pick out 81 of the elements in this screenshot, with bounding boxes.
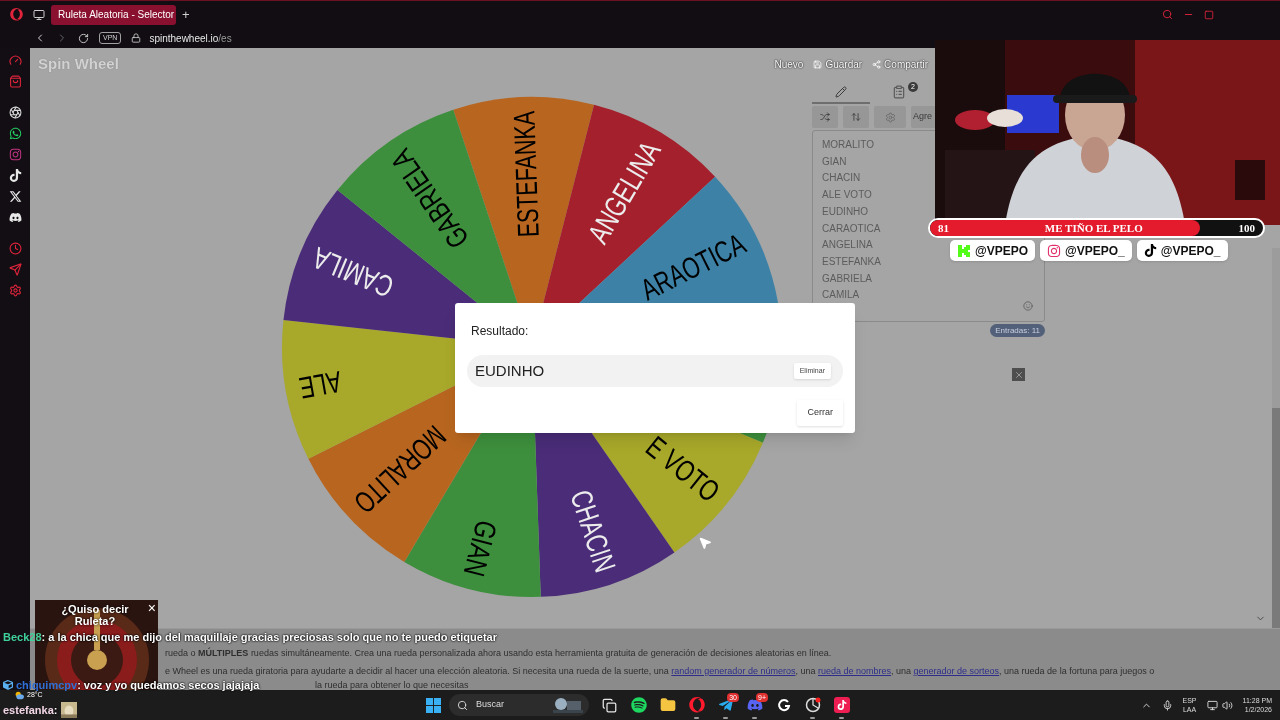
opera-logo-icon[interactable] (10, 8, 23, 21)
segment-label: GIAN (453, 517, 504, 597)
entry-text: ESTEFANKA (822, 254, 881, 269)
gauge-icon[interactable] (8, 54, 22, 67)
address-bar[interactable]: spinthewheel.io/es (149, 30, 232, 46)
bag-icon[interactable] (8, 75, 22, 88)
running-indicator (810, 717, 815, 719)
taskbar-search[interactable]: Buscar (449, 694, 589, 716)
segment-label: CHACIN (564, 486, 632, 606)
volume-icon[interactable] (1221, 699, 1233, 711)
shuffle-icon (820, 112, 830, 122)
social-handle: @VPEPO_ (1040, 240, 1132, 261)
goal-target: 100 (1238, 220, 1255, 236)
entry-text: CAMILA (822, 288, 860, 303)
goal-title: ME TIÑO EL PELO (1044, 220, 1143, 236)
reload-icon[interactable] (78, 32, 89, 44)
x-logo-icon[interactable] (8, 190, 22, 203)
running-indicator (752, 717, 757, 719)
gear-icon (884, 111, 896, 123)
spotify-icon[interactable] (630, 697, 647, 713)
task-view-icon[interactable] (602, 697, 617, 713)
social-handle: @VPEPO (950, 240, 1036, 261)
share-icon (872, 59, 882, 69)
goal-current: 81 (938, 220, 949, 236)
tiktok-app-icon[interactable] (833, 697, 850, 713)
lock-icon (131, 33, 142, 43)
ad-text: ¿Quiso decir Ruleta? (60, 603, 130, 627)
start-icon[interactable] (426, 697, 441, 713)
new-tab-button[interactable]: + (182, 8, 190, 21)
description-text: la rueda para obtener lo que necesitas (315, 680, 469, 690)
segment-label: ESTEFANKA (505, 59, 545, 238)
search-icon[interactable] (1162, 9, 1173, 20)
segment-label: CAMILA (282, 230, 398, 304)
send-icon[interactable] (8, 263, 22, 276)
entries-count-badge: Entradas: 11 (990, 324, 1045, 337)
discord-icon[interactable] (8, 211, 22, 224)
result-text: EUDINHO (475, 360, 545, 381)
running-indicator (694, 717, 699, 719)
browser-tab[interactable]: Ruleta Aleatoria - Selector (51, 4, 176, 25)
running-indicator (723, 717, 728, 719)
cursor-icon (698, 536, 712, 550)
clock-icon[interactable] (8, 242, 22, 255)
aperture-app-icon[interactable] (804, 697, 821, 713)
description-text: rueda o MÚLTIPLES ruedas simultáneamente. Crea una rueda personalizada ahora usando esta herramienta gratuita de generación de decisiones aleatorias en línea. (165, 648, 832, 658)
tiktok-icon (1143, 244, 1157, 257)
entry-text: CARAOTICA (822, 221, 881, 236)
opera-icon[interactable] (688, 697, 705, 713)
folder-icon[interactable] (659, 697, 676, 713)
instagram-icon[interactable] (8, 148, 22, 161)
segment-label: ALE (282, 365, 344, 408)
entry-text: EUDINHO (822, 204, 869, 219)
tiktok-icon[interactable] (8, 169, 22, 182)
clipboard-icon (892, 85, 906, 99)
weather-icon (14, 691, 25, 700)
kick-logo-icon (957, 243, 971, 258)
sort-icon (851, 112, 861, 122)
aperture-icon[interactable] (8, 106, 22, 119)
entry-text: CHACIN (822, 171, 861, 186)
entry-text: ANGELINA (822, 238, 873, 253)
search-icon (457, 699, 468, 711)
entry-text: GABRIELA (822, 271, 873, 286)
whatsapp-icon[interactable] (8, 127, 22, 140)
close-icon[interactable] (1012, 368, 1025, 381)
instagram-icon (1047, 243, 1062, 258)
description-text: e Wheel es una rueda giratoria para ayudarte a decidir al hacer una elección aleatoria. Si necesita una rueda de la suerte, una random generador de números, una rueda de nombres, una generador de sorteos, una rueda de la fortuna para juegos o (165, 666, 1155, 676)
close-dialog-button[interactable]: Cerrar (797, 400, 843, 426)
segment-label: E VOTO (639, 429, 749, 527)
dialog-title: Resultado: (470, 323, 529, 340)
add-button[interactable]: Agre (911, 106, 935, 128)
microphone-icon[interactable] (1161, 699, 1173, 711)
ad-close-button[interactable]: × (147, 601, 156, 615)
pencil-icon (835, 86, 847, 98)
social-handle: @VPEPO_ (1136, 240, 1228, 261)
chat-message: estefanka: (3, 702, 78, 718)
network-icon[interactable] (1206, 699, 1218, 711)
entry-text: GIAN (822, 154, 847, 169)
save-icon (813, 59, 823, 69)
running-indicator (839, 717, 844, 719)
entry-text: ALE VOTO (822, 188, 872, 203)
entry-text: MORALITO (822, 138, 875, 152)
settings-icon[interactable] (8, 284, 22, 297)
